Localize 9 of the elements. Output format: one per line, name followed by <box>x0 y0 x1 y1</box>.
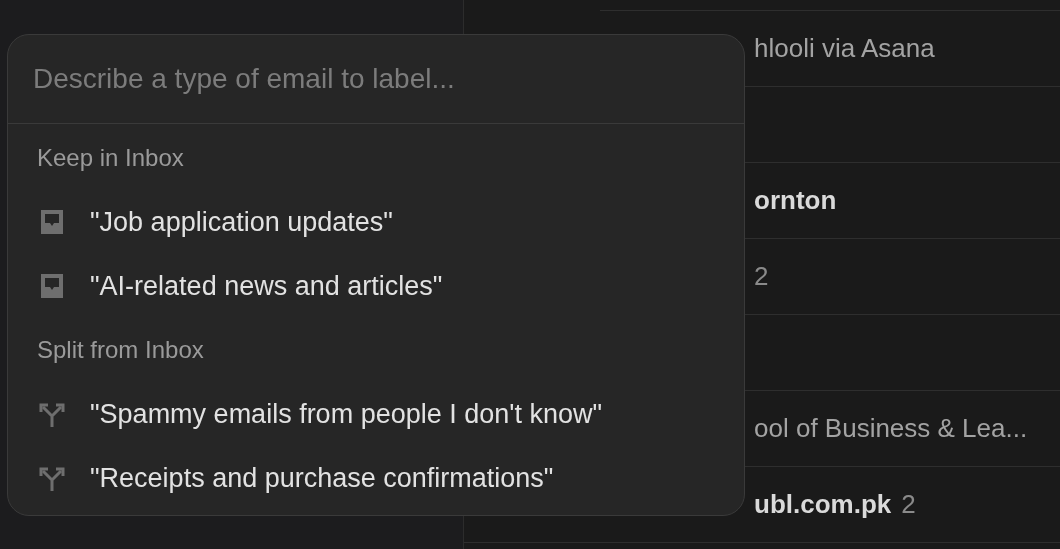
sender-name: hlooli via Asana <box>754 33 935 64</box>
sender-name: ubl.com.pk <box>754 489 892 520</box>
sender-name: ool of Business & Lea... <box>754 413 1028 444</box>
search-field[interactable]: Describe a type of email to label... <box>8 35 744 124</box>
sender-name: ornton <box>754 185 837 216</box>
thread-count: 2 <box>901 489 916 520</box>
section-heading: Keep in Inbox <box>37 143 185 173</box>
thread-count: 2 <box>754 261 769 292</box>
section-heading: Split from Inbox <box>37 335 205 365</box>
